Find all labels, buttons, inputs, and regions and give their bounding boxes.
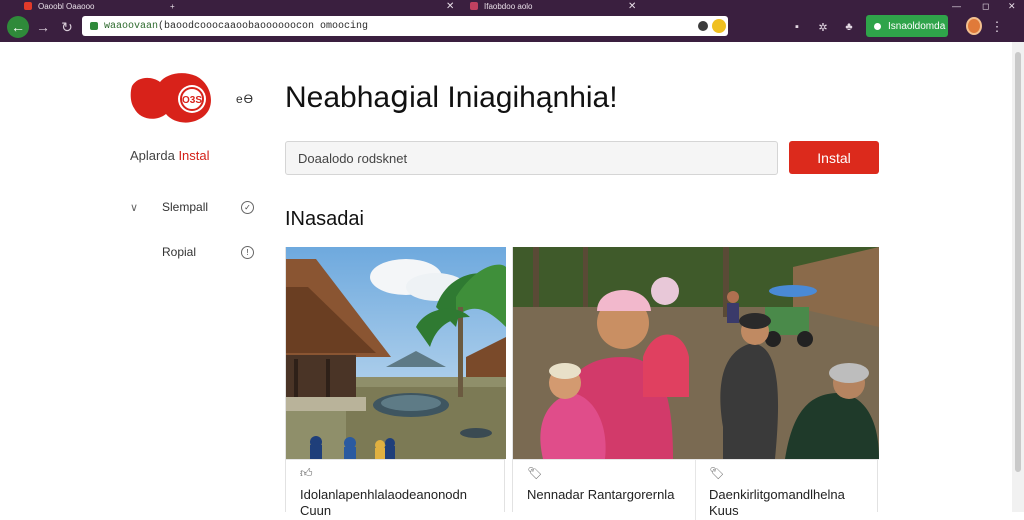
- tag-icon[interactable]: 🏷︎: [527, 466, 542, 480]
- tab-1-favicon-icon: [24, 2, 32, 10]
- arrow-left-icon: ←: [11, 19, 25, 35]
- card-1-subtitle: Cuun: [300, 503, 332, 518]
- chevron-down-icon: ∨: [130, 201, 139, 214]
- reload-icon: ↻: [61, 18, 73, 35]
- site-logo[interactable]: O3S: [130, 72, 214, 124]
- install-app-button[interactable]: Isnaoldomda: [866, 15, 948, 37]
- card-2-title[interactable]: Nennadar Rantargorernla: [527, 487, 674, 502]
- reload-button[interactable]: ↻: [56, 16, 78, 38]
- sidebar-item-label: Slempall: [162, 200, 209, 214]
- minimize-button[interactable]: —: [952, 0, 961, 12]
- tab-1-label: Oaoobl Oaaooo: [38, 1, 95, 11]
- tab-2-close-icon[interactable]: ✕: [628, 1, 636, 12]
- card-1-meta: 👍︎ Idolanlapenhlalaodeanonodn Cuun: [286, 459, 504, 519]
- brand-highlight: Instal: [178, 148, 210, 163]
- forward-button[interactable]: →: [32, 16, 54, 38]
- card-2[interactable]: 🏷︎ Nennadar Rantargorernla 🏷︎ Daenkirlit…: [512, 247, 879, 520]
- browser-toolbar: ← → ↻ waaoovaan(baoodcooocaaoobaooooooco…: [0, 12, 1024, 42]
- tab-2-favicon-icon: [470, 2, 478, 10]
- bell-icon[interactable]: ♣: [842, 20, 856, 34]
- maximize-button[interactable]: ◻: [982, 0, 989, 12]
- brand-prefix: Aplarda: [130, 148, 175, 163]
- menu-icon[interactable]: ⋮: [990, 19, 1004, 34]
- page-scrollbar[interactable]: [1012, 42, 1024, 512]
- scrollbar-thumb[interactable]: [1015, 52, 1021, 472]
- sidebar-item-ropial[interactable]: Ropial !: [130, 242, 254, 262]
- thumbs-up-icon[interactable]: 👍︎: [300, 466, 313, 481]
- logo-suffix: eƟ: [236, 92, 255, 106]
- card-1-image[interactable]: [286, 247, 506, 459]
- check-circle-icon[interactable]: ✓: [241, 200, 254, 214]
- sidebar-item-label: Ropial: [162, 245, 197, 259]
- arrow-right-icon: →: [36, 19, 50, 35]
- search-input[interactable]: Doaalodo ɾodsknet: [285, 141, 778, 175]
- shield-icon[interactable]: [698, 21, 708, 31]
- card-3-subtitle: Kuus: [709, 503, 739, 518]
- card-1[interactable]: 👍︎ Idolanlapenhlalaodeanonodn Cuun: [285, 247, 506, 518]
- tab-strip: Oaoobl Oaaooo ✕ + Ifaobdoo aolo ✕ — ◻ ✕: [0, 0, 1024, 12]
- install-button[interactable]: Instal: [789, 141, 879, 174]
- info-circle-icon[interactable]: !: [241, 245, 254, 259]
- tab-2-label: Ifaobdoo aolo: [484, 1, 533, 11]
- new-tab-button[interactable]: +: [170, 0, 182, 12]
- tab-1[interactable]: Oaoobl Oaaooo ✕: [24, 0, 464, 12]
- address-bar[interactable]: waaoovaan(baoodcooocaaoobaoooooocon omoo…: [82, 16, 728, 36]
- tab-1-close-icon[interactable]: ✕: [446, 1, 454, 12]
- card-1-title[interactable]: Idolanlapenhlalaodeanonodn: [300, 487, 467, 502]
- page-title: Neabhaցial Iniagihąnhia!: [285, 81, 618, 114]
- url-text: waaoovaan(baoodcooocaaoobaoooooocon omoo…: [104, 20, 369, 32]
- section-title: INasadai: [285, 208, 364, 230]
- avatar[interactable]: [966, 17, 982, 35]
- card-3-title[interactable]: Daenkirlitgomandlhelna: [709, 487, 845, 502]
- install-app-label: Isnaoldomda: [888, 20, 946, 32]
- card-2-image[interactable]: [513, 247, 879, 459]
- back-button[interactable]: ←: [7, 16, 29, 38]
- close-window-button[interactable]: ✕: [1008, 0, 1016, 12]
- brand-name: Aplarda Instal: [130, 148, 210, 163]
- install-dot-icon: [874, 22, 881, 30]
- logo-text: O3S: [182, 95, 202, 106]
- tab-2[interactable]: Ifaobdoo aolo ✕: [470, 0, 640, 12]
- sidebar-item-slempall[interactable]: ∨ Slempall ✓: [130, 197, 254, 217]
- puzzle-icon[interactable]: ▪: [790, 20, 804, 34]
- lock-icon: [90, 22, 98, 30]
- lock-badge-icon[interactable]: [712, 19, 726, 33]
- tag-icon[interactable]: 🏷︎: [709, 466, 724, 480]
- card-3-meta[interactable]: 🏷︎ Daenkirlitgomandlhelna Kuus: [695, 459, 879, 519]
- gear-icon[interactable]: ✲: [816, 20, 830, 34]
- plus-icon: +: [170, 1, 175, 11]
